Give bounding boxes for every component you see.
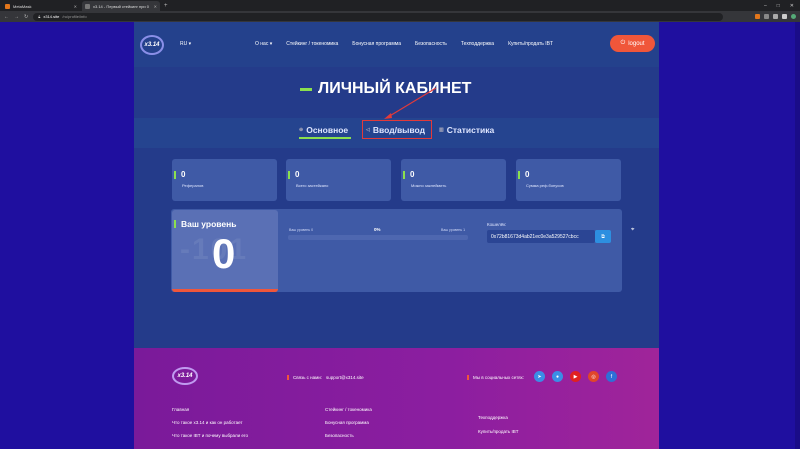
footer-links-col-1: Главная Что такое x3.14 и как он работае… [172, 407, 248, 438]
url-input[interactable]: 🔒︎ x314.site/ru/profile/info [33, 12, 724, 21]
stat-value: 0 [181, 170, 186, 179]
new-tab-button[interactable]: + [164, 1, 168, 11]
site-favicon-icon [85, 3, 90, 9]
site-footer: x3.14 Связь с нами: support@x314.site Мы… [134, 348, 659, 449]
stat-label: Можно заклеймить [411, 183, 447, 188]
tab-title: x3.14 - Первый стейкинг при 0 [93, 3, 149, 9]
stat-card-ref-bonus: 0 Сумма реф.бонусов [516, 159, 621, 201]
url-host: x314.site [43, 14, 60, 19]
footer-link[interactable]: Главная [172, 407, 248, 412]
close-tab-icon[interactable]: ✕ [154, 4, 157, 9]
level-card: Ваш уровень -101 0 [172, 210, 278, 292]
window-controls: – □ ✕ [764, 1, 800, 11]
footer-link[interactable]: Что такое IBT и почему выбрали его [172, 433, 248, 438]
annotation-arrow [384, 87, 437, 119]
close-window-button[interactable]: ✕ [790, 1, 794, 11]
facebook-icon[interactable]: f [606, 371, 617, 382]
footer-link[interactable]: Стейкинг / токеномика [325, 407, 372, 412]
extension-icon[interactable] [782, 14, 787, 19]
instagram-icon[interactable]: ◎ [588, 371, 599, 382]
stat-card-staked: 0 Всего застейкано [286, 159, 391, 201]
extension-icon[interactable] [755, 14, 760, 19]
scrollbar[interactable] [795, 22, 800, 449]
profile-avatar[interactable] [791, 14, 796, 19]
chat-icon[interactable]: ● [552, 371, 563, 382]
stat-accent [288, 171, 290, 179]
level-title: Ваш уровень [181, 219, 237, 229]
level-value: 0 [212, 230, 236, 277]
footer-contact: Связь с нами: support@x314.site [287, 375, 364, 380]
footer-link[interactable]: Что такое x3.14 и как он работает [172, 420, 248, 425]
footer-social: Мы в социальных сетях: [467, 375, 524, 380]
wallet-label: Кошелёк: [487, 222, 507, 227]
level-bottom-bar [172, 289, 278, 292]
footer-link[interactable]: Техподдержка [478, 415, 519, 420]
social-label: Мы в социальных сетях: [473, 375, 525, 380]
back-icon[interactable]: ← [4, 14, 9, 20]
stat-value: 0 [410, 170, 415, 179]
stat-value: 0 [295, 170, 300, 179]
stat-card-claimable: 0 Можно заклеймить [401, 159, 506, 201]
maximize-button[interactable]: □ [777, 1, 780, 11]
url-path: /ru/profile/info [62, 14, 87, 19]
page-container: x3.14 RU ▾ О нас ▾ Стейкинг / токеномика… [134, 22, 659, 449]
social-icons: ➤ ● ▶ ◎ f [534, 371, 617, 382]
footer-link[interactable]: Купить/продать IBT [478, 429, 519, 434]
contact-label: Связь с нами: [293, 375, 323, 380]
close-tab-icon[interactable]: ✕ [74, 4, 77, 9]
minimize-button[interactable]: – [764, 1, 767, 11]
footer-logo[interactable]: x3.14 [172, 367, 198, 385]
forward-icon[interactable]: → [14, 14, 19, 20]
footer-link[interactable]: Бонусная программа [325, 420, 372, 425]
contact-accent [287, 375, 289, 380]
social-accent [467, 375, 469, 380]
footer-links-col-2: Стейкинг / токеномика Бонусная программа… [325, 407, 372, 438]
tab-title: MetaMask [13, 3, 32, 9]
mouse-cursor-icon: ⌖ [631, 227, 635, 233]
level-accent [174, 220, 176, 228]
telegram-icon[interactable]: ➤ [534, 371, 545, 382]
copy-icon[interactable]: ⧉ [595, 230, 611, 243]
browser-tab-x314[interactable]: x3.14 - Первый стейкинг при 0 ✕ [82, 1, 160, 11]
contact-email-link[interactable]: support@x314.site [326, 375, 364, 380]
reload-icon[interactable]: ↻ [24, 14, 28, 20]
browser-tab-metamask[interactable]: MetaMask ✕ [2, 1, 80, 11]
extension-icon[interactable] [773, 14, 778, 19]
stat-value: 0 [525, 170, 530, 179]
footer-links-col-3: Техподдержка Купить/продать IBT [478, 415, 519, 434]
browser-tab-bar: MetaMask ✕ x3.14 - Первый стейкинг при 0… [0, 0, 800, 11]
progress-next-level: Ваш уровень 1 [441, 228, 466, 232]
wallet-address-field[interactable]: 0x72b81673d4ab21ec0e3a529527cbcc [487, 230, 595, 243]
stat-accent [403, 171, 405, 179]
progress-percent: 0% [374, 227, 381, 232]
progress-current-level: Ваш уровень 0 [289, 228, 314, 232]
lock-icon: 🔒︎ [38, 14, 41, 19]
footer-link[interactable]: Безопасность [325, 433, 372, 438]
extension-icon[interactable] [764, 14, 769, 19]
stat-card-referrals: 0 Рефералов [172, 159, 277, 201]
extensions-area [755, 14, 796, 19]
youtube-icon[interactable]: ▶ [570, 371, 581, 382]
stat-label: Сумма реф.бонусов [526, 183, 564, 188]
address-bar-row: ← → ↻ 🔒︎ x314.site/ru/profile/info [0, 11, 800, 22]
level-progress-bar [288, 235, 468, 240]
stat-accent [174, 171, 176, 179]
stat-label: Всего застейкано [296, 183, 329, 188]
stat-accent [518, 171, 520, 179]
metamask-favicon-icon [5, 3, 10, 9]
stat-label: Рефералов [182, 183, 204, 188]
